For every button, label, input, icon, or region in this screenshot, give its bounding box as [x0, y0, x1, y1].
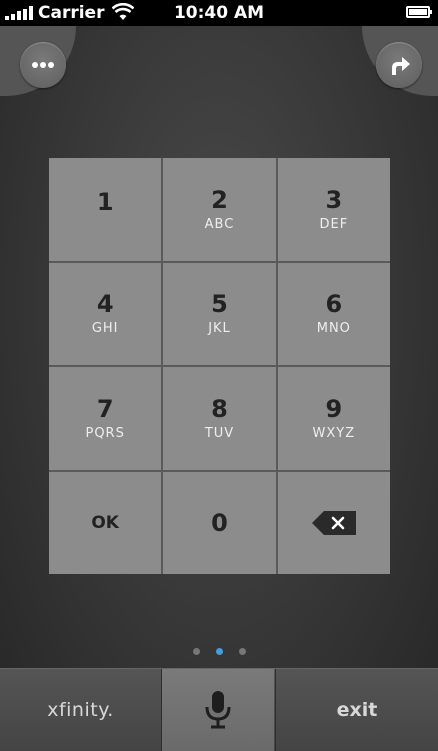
- exit-label: exit: [336, 699, 378, 721]
- key-number: 8: [211, 394, 228, 423]
- exit-button[interactable]: exit: [276, 669, 438, 751]
- key-number: 9: [325, 394, 343, 423]
- share-arrow-icon: [392, 57, 410, 75]
- key-number: 6: [325, 290, 343, 319]
- key-7[interactable]: 7 PQRS: [49, 367, 162, 470]
- xfinity-button[interactable]: xfinity.: [0, 669, 161, 751]
- key-4[interactable]: 4 GHI: [49, 262, 162, 365]
- voice-button[interactable]: [162, 669, 274, 751]
- key-number: 2: [211, 185, 228, 214]
- key-letters: ABC: [204, 216, 235, 232]
- key-number: 4: [96, 290, 114, 319]
- key-8[interactable]: 8 TUV: [163, 367, 276, 470]
- key-9[interactable]: 9 WXYZ: [277, 367, 390, 470]
- more-button[interactable]: [20, 42, 66, 88]
- key-letters: JKL: [208, 321, 231, 337]
- page-dot-active[interactable]: [215, 648, 223, 655]
- key-2[interactable]: 2 ABC: [163, 158, 276, 261]
- key-5[interactable]: 5 JKL: [163, 262, 276, 365]
- share-button[interactable]: [376, 42, 422, 88]
- microphone-icon: [205, 691, 231, 729]
- key-letters: PQRS: [85, 425, 125, 441]
- key-number: 3: [325, 185, 343, 214]
- key-number: 5: [211, 290, 228, 319]
- key-number: 7: [96, 394, 114, 423]
- numeric-keypad: 1 2 ABC 3 DEF 4 GHI 5 JKL 6 MNO 7 PQRS 8…: [49, 158, 390, 574]
- key-letters: WXYZ: [312, 425, 356, 441]
- key-letters: DEF: [319, 216, 349, 232]
- key-number: 1: [96, 188, 114, 217]
- status-bar: Carrier 10:40 AM: [0, 0, 438, 26]
- key-letters: MNO: [316, 321, 351, 337]
- key-1[interactable]: 1: [49, 158, 162, 261]
- key-letters: GHI: [91, 321, 119, 337]
- bottom-tab-bar: xfinity. exit: [0, 668, 438, 751]
- ok-button[interactable]: OK: [49, 471, 162, 574]
- key-3[interactable]: 3 DEF: [277, 158, 390, 261]
- status-time: 10:40 AM: [173, 3, 265, 23]
- page-dot[interactable]: [238, 648, 246, 655]
- battery-icon: [406, 6, 432, 18]
- more-dots-icon: [32, 62, 54, 68]
- key-number: 0: [211, 508, 228, 537]
- key-letters: TUV: [204, 425, 235, 441]
- key-6[interactable]: 6 MNO: [277, 262, 390, 365]
- ok-label: OK: [91, 512, 119, 533]
- backspace-icon: [311, 510, 356, 535]
- xfinity-logo: xfinity.: [47, 699, 114, 721]
- backspace-button[interactable]: [277, 471, 390, 574]
- page-dot[interactable]: [192, 648, 200, 655]
- key-0[interactable]: 0: [163, 471, 276, 574]
- page-indicator: [0, 640, 438, 659]
